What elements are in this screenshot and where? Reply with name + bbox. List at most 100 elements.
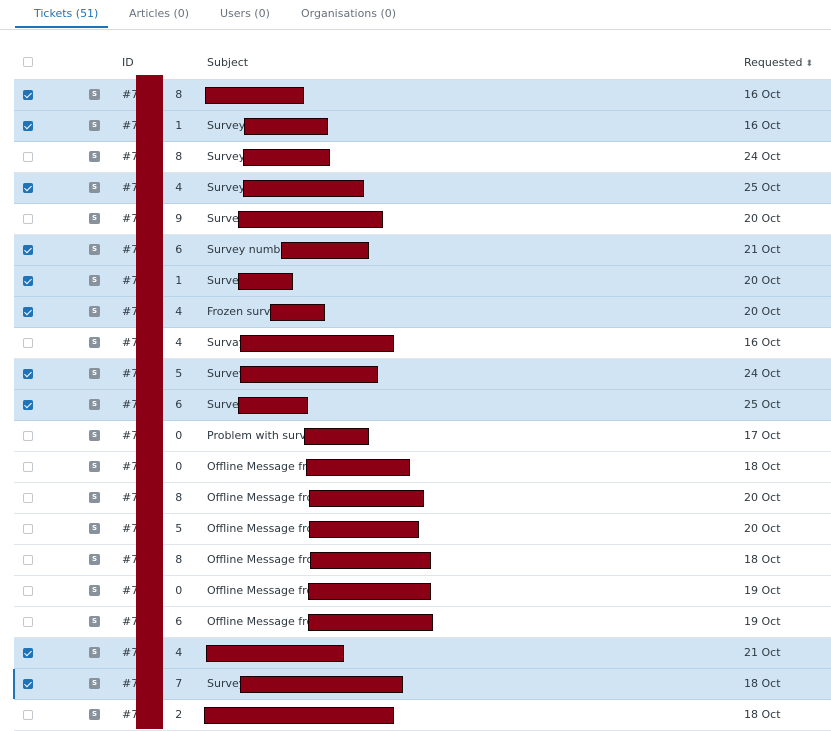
status-badge: S bbox=[89, 492, 100, 503]
redaction-bar bbox=[238, 397, 308, 414]
redaction-bar bbox=[240, 335, 394, 352]
ticket-subject[interactable]: Offline Message from bbox=[207, 584, 324, 597]
status-badge: S bbox=[89, 275, 100, 286]
row-checkbox[interactable] bbox=[23, 524, 33, 534]
row-checkbox[interactable] bbox=[23, 462, 33, 472]
redaction-bar-id-column bbox=[136, 75, 163, 729]
redaction-bar bbox=[206, 645, 344, 662]
redaction-bar bbox=[281, 242, 369, 259]
row-checkbox[interactable] bbox=[23, 307, 33, 317]
column-header-subject[interactable]: Subject bbox=[207, 56, 248, 69]
redaction-bar bbox=[240, 366, 378, 383]
ticket-subject[interactable]: Offline Message from bbox=[207, 553, 324, 566]
requested-date: 24 Oct bbox=[744, 150, 781, 163]
ticket-subject[interactable]: Survey bbox=[207, 150, 245, 163]
redaction-bar bbox=[309, 490, 424, 507]
row-checkbox[interactable] bbox=[23, 710, 33, 720]
requested-date: 20 Oct bbox=[744, 274, 781, 287]
ticket-subject[interactable]: Offline Message from bbox=[207, 491, 324, 504]
requested-date: 16 Oct bbox=[744, 119, 781, 132]
requested-date: 20 Oct bbox=[744, 305, 781, 318]
row-checkbox[interactable] bbox=[23, 400, 33, 410]
redaction-bar bbox=[238, 273, 293, 290]
row-checkbox[interactable] bbox=[23, 679, 33, 689]
search-result-tabs: Tickets (51) Articles (0) Users (0) Orga… bbox=[0, 0, 831, 30]
redaction-bar bbox=[204, 707, 394, 724]
requested-date: 18 Oct bbox=[744, 553, 781, 566]
status-badge: S bbox=[89, 430, 100, 441]
redaction-bar bbox=[308, 614, 433, 631]
requested-date: 16 Oct bbox=[744, 88, 781, 101]
row-checkbox[interactable] bbox=[23, 183, 33, 193]
row-checkbox[interactable] bbox=[23, 431, 33, 441]
requested-date: 24 Oct bbox=[744, 367, 781, 380]
row-checkbox[interactable] bbox=[23, 214, 33, 224]
status-badge: S bbox=[89, 709, 100, 720]
select-all-checkbox[interactable] bbox=[23, 57, 33, 67]
row-checkbox[interactable] bbox=[23, 648, 33, 658]
requested-date: 20 Oct bbox=[744, 212, 781, 225]
row-checkbox[interactable] bbox=[23, 276, 33, 286]
tab-organisations[interactable]: Organisations (0) bbox=[301, 7, 396, 20]
redaction-bar bbox=[244, 118, 328, 135]
row-checkbox[interactable] bbox=[23, 90, 33, 100]
status-badge: S bbox=[89, 554, 100, 565]
requested-date: 18 Oct bbox=[744, 460, 781, 473]
tab-tickets[interactable]: Tickets (51) bbox=[34, 7, 98, 20]
requested-date: 21 Oct bbox=[744, 243, 781, 256]
row-checkbox[interactable] bbox=[23, 121, 33, 131]
status-badge: S bbox=[89, 306, 100, 317]
column-header-id[interactable]: ID bbox=[122, 56, 134, 69]
redaction-bar bbox=[310, 552, 431, 569]
status-badge: S bbox=[89, 368, 100, 379]
requested-date: 20 Oct bbox=[744, 522, 781, 535]
status-badge: S bbox=[89, 337, 100, 348]
status-badge: S bbox=[89, 213, 100, 224]
row-checkbox[interactable] bbox=[23, 245, 33, 255]
status-badge: S bbox=[89, 461, 100, 472]
redaction-bar bbox=[270, 304, 325, 321]
requested-date: 19 Oct bbox=[744, 584, 781, 597]
redaction-bar bbox=[243, 180, 364, 197]
requested-date: 20 Oct bbox=[744, 491, 781, 504]
row-checkbox[interactable] bbox=[23, 586, 33, 596]
ticket-subject[interactable]: Offline Message from bbox=[207, 522, 324, 535]
redaction-bar bbox=[309, 521, 419, 538]
requested-date: 16 Oct bbox=[744, 336, 781, 349]
status-badge: S bbox=[89, 120, 100, 131]
ticket-subject[interactable]: Survey bbox=[207, 119, 245, 132]
active-tab-indicator bbox=[15, 26, 108, 28]
requested-date: 18 Oct bbox=[744, 708, 781, 721]
ticket-subject[interactable]: Survey number bbox=[207, 243, 292, 256]
redaction-bar bbox=[304, 428, 369, 445]
redaction-bar bbox=[243, 149, 330, 166]
status-badge: S bbox=[89, 647, 100, 658]
requested-date: 19 Oct bbox=[744, 615, 781, 628]
status-badge: S bbox=[89, 678, 100, 689]
ticket-subject[interactable]: Offline Message from bbox=[207, 615, 324, 628]
requested-date: 25 Oct bbox=[744, 181, 781, 194]
row-checkbox[interactable] bbox=[23, 555, 33, 565]
status-badge: S bbox=[89, 89, 100, 100]
status-badge: S bbox=[89, 616, 100, 627]
sort-up-down-icon: ⬍ bbox=[805, 59, 813, 69]
redaction-bar bbox=[205, 87, 304, 104]
status-badge: S bbox=[89, 523, 100, 534]
row-checkbox[interactable] bbox=[23, 617, 33, 627]
ticket-subject[interactable]: Survey bbox=[207, 181, 245, 194]
status-badge: S bbox=[89, 585, 100, 596]
status-badge: S bbox=[89, 244, 100, 255]
requested-date: 17 Oct bbox=[744, 429, 781, 442]
ticket-subject[interactable]: Problem with survey bbox=[207, 429, 319, 442]
row-checkbox[interactable] bbox=[23, 338, 33, 348]
tab-users[interactable]: Users (0) bbox=[220, 7, 270, 20]
redaction-bar bbox=[308, 583, 431, 600]
requested-date: 25 Oct bbox=[744, 398, 781, 411]
redaction-bar bbox=[238, 211, 383, 228]
row-checkbox[interactable] bbox=[23, 152, 33, 162]
tab-articles[interactable]: Articles (0) bbox=[129, 7, 189, 20]
row-checkbox[interactable] bbox=[23, 369, 33, 379]
column-header-requested[interactable]: Requested ⬍ bbox=[744, 56, 813, 69]
row-checkbox[interactable] bbox=[23, 493, 33, 503]
redaction-bar bbox=[240, 676, 403, 693]
